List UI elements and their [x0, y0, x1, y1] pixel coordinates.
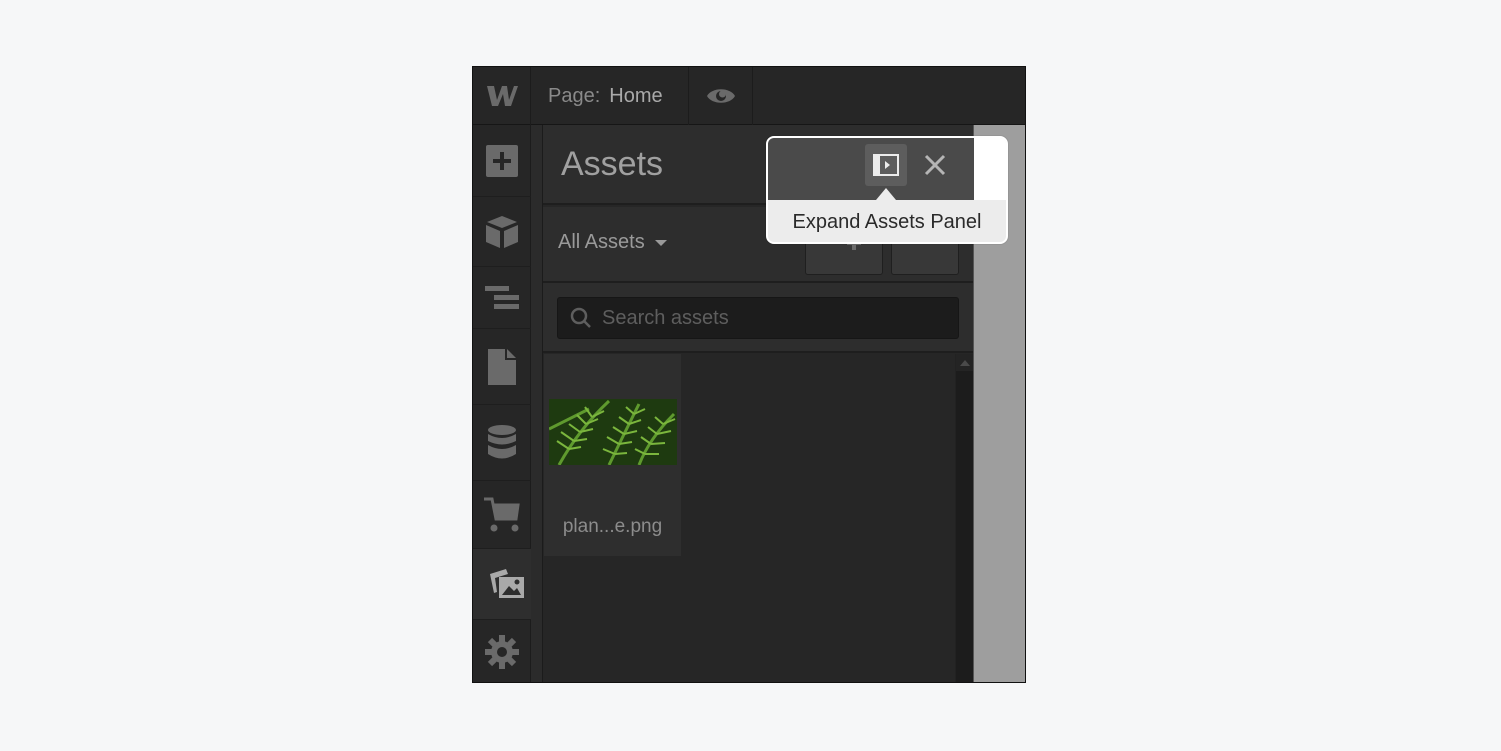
navigator-icon	[485, 285, 519, 309]
preview-button[interactable]	[689, 67, 753, 125]
images-icon	[490, 569, 524, 598]
chevron-down-icon	[654, 239, 667, 246]
asset-tile[interactable]: plan...e.png	[544, 354, 681, 556]
pages-panel-button[interactable]	[473, 329, 531, 405]
close-panel-button[interactable]	[918, 148, 952, 182]
database-icon	[488, 424, 516, 458]
search-row	[543, 283, 973, 353]
scrollbar[interactable]	[955, 354, 973, 682]
asset-filter-dropdown[interactable]: All Assets	[558, 231, 667, 254]
cart-icon	[484, 497, 520, 531]
webflow-logo-icon	[486, 86, 518, 106]
components-panel-button[interactable]	[473, 197, 531, 267]
expand-panel-callout: Expand Assets Panel	[766, 136, 1008, 244]
panel-gutter	[531, 125, 543, 682]
cms-panel-button[interactable]	[473, 405, 531, 481]
cube-icon	[486, 215, 518, 248]
fern-image	[549, 399, 677, 465]
search-field[interactable]	[557, 297, 959, 339]
page-value: Home	[609, 84, 663, 107]
tooltip-arrow	[876, 188, 896, 200]
add-panel-button[interactable]	[473, 125, 531, 197]
ecommerce-panel-button[interactable]	[473, 481, 531, 549]
expand-panel-button[interactable]	[865, 144, 907, 186]
top-bar: Page: Home	[473, 67, 1025, 125]
gear-icon	[485, 635, 519, 669]
search-icon	[570, 307, 591, 328]
panel-header-controls	[768, 138, 974, 200]
left-toolbar	[473, 125, 541, 682]
assets-grid: plan...e.png	[543, 354, 955, 682]
expand-panel-icon	[873, 154, 899, 176]
page-icon	[488, 348, 516, 385]
close-icon	[924, 154, 946, 176]
plus-square-icon	[486, 144, 518, 177]
tooltip-label: Expand Assets Panel	[792, 211, 982, 233]
asset-filename: plan...e.png	[562, 516, 663, 537]
asset-thumbnail	[549, 399, 677, 465]
panel-title: Assets	[561, 145, 664, 183]
filter-label: All Assets	[558, 231, 645, 253]
page-selector[interactable]: Page: Home	[532, 67, 689, 125]
eye-icon	[706, 89, 735, 103]
scroll-up-arrow[interactable]	[956, 354, 973, 371]
search-input[interactable]	[602, 306, 942, 330]
canvas-edge	[974, 138, 1006, 200]
settings-panel-button[interactable]	[473, 619, 531, 682]
page-label: Page:	[548, 84, 601, 107]
webflow-logo[interactable]	[473, 67, 531, 125]
navigator-panel-button[interactable]	[473, 267, 531, 329]
